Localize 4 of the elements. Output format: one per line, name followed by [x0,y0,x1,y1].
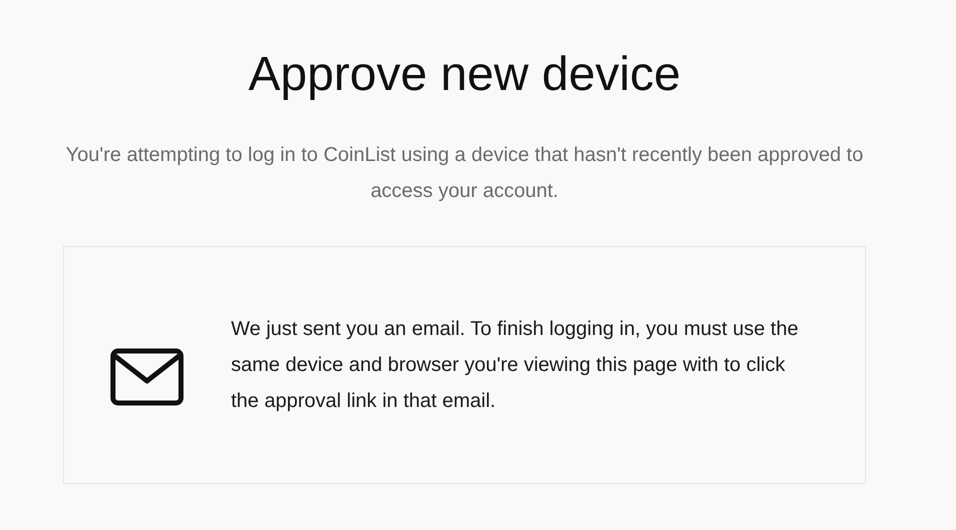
page-title: Approve new device [248,47,681,103]
envelope-icon [110,348,184,406]
intro-text: You're attempting to log in to CoinList using a device that hasn't recently been approved to access your account. [64,143,864,204]
notice-text: We just sent you an email. To finish logging in, you must use the same device and browser you're viewing this page with to click the approval link in that email. [231,317,800,414]
